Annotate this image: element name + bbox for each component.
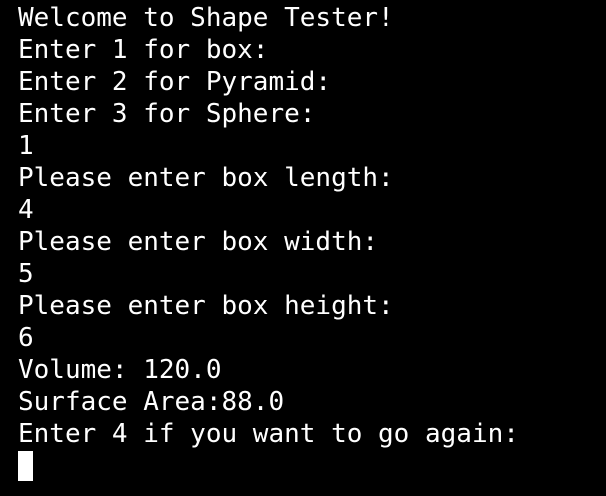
output-line-surface-area: Surface Area:88.0 xyxy=(18,387,285,417)
output-line-height-prompt: Please enter box height: xyxy=(18,291,394,321)
output-line-option-sphere: Enter 3 for Sphere: xyxy=(18,99,316,129)
user-input-height: 6 xyxy=(18,323,34,353)
output-line-again-prompt: Enter 4 if you want to go again: xyxy=(18,419,519,449)
output-line-length-prompt: Please enter box length: xyxy=(18,163,394,193)
output-line-welcome: Welcome to Shape Tester! xyxy=(18,3,394,33)
terminal-window[interactable]: Welcome to Shape Tester! Enter 1 for box… xyxy=(0,0,606,496)
user-input-width: 5 xyxy=(18,259,34,289)
user-input-length: 4 xyxy=(18,195,34,225)
terminal-output: Welcome to Shape Tester! Enter 1 for box… xyxy=(18,2,519,482)
output-line-volume: Volume: 120.0 xyxy=(18,355,222,385)
text-cursor xyxy=(18,451,33,481)
input-line[interactable] xyxy=(18,450,519,482)
user-input-choice: 1 xyxy=(18,131,34,161)
output-line-option-box: Enter 1 for box: xyxy=(18,35,269,65)
output-line-option-pyramid: Enter 2 for Pyramid: xyxy=(18,67,332,97)
output-line-width-prompt: Please enter box width: xyxy=(18,227,379,257)
